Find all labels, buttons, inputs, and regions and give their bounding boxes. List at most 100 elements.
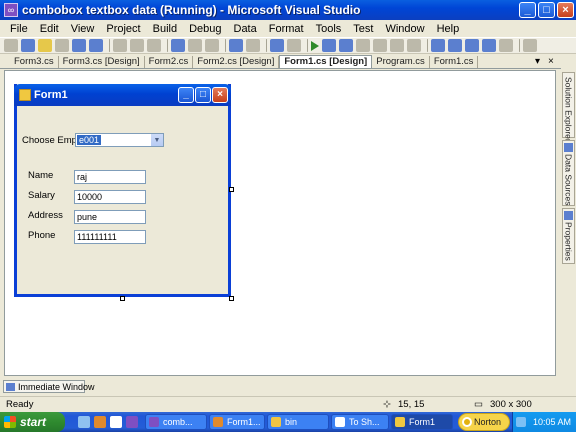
restart-icon[interactable] [356,39,370,52]
document-icon [335,417,345,427]
menu-tools[interactable]: Tools [310,23,348,35]
empid-combobox[interactable]: e001 ▼ [75,133,164,147]
address-textbox[interactable]: pune [74,210,146,224]
form1-controls: _ □ × [178,87,228,103]
save-all-icon[interactable] [89,39,103,52]
menu-view[interactable]: View [65,23,101,35]
task-visual-studio[interactable]: comb... [145,414,207,430]
tab-close-icon[interactable]: × [548,56,554,67]
tab-form2-design[interactable]: Form2.cs [Design] [193,56,280,68]
cut-icon[interactable] [113,39,127,52]
form-maximize-button[interactable]: □ [195,87,211,103]
tab-form1-design[interactable]: Form1.cs [Design] [279,55,373,68]
document-tabs: Form3.cs Form3.cs [Design] Form2.cs Form… [0,55,561,69]
toolbox-icon[interactable] [482,39,496,52]
menu-data[interactable]: Data [228,23,263,35]
phone-textbox[interactable]: 111111111 [74,230,146,244]
comment-icon[interactable] [188,39,202,52]
network-icon[interactable] [516,417,526,427]
norton-button[interactable]: Norton [458,413,510,431]
resize-handle-right[interactable] [229,187,234,192]
task-label: comb... [163,417,193,427]
task-bin-folder[interactable]: bin [267,414,329,430]
task-label: Form1 [409,417,436,427]
stop-debugging-icon[interactable] [339,39,353,52]
menu-format[interactable]: Format [263,23,310,35]
show-desktop-icon[interactable] [78,416,90,428]
menu-help[interactable]: Help [431,23,466,35]
tab-form3-cs[interactable]: Form3.cs [10,56,59,68]
resize-handle-corner[interactable] [229,296,234,301]
immediate-window-icon [6,383,15,391]
system-tray: 10:05 AM [512,412,576,432]
task-to-sh[interactable]: To Sh... [331,414,389,430]
class-view-icon[interactable] [499,39,513,52]
tab-dropdown-icon[interactable]: ▾ [535,56,540,67]
form1-window[interactable]: Form1 _ □ × Choose Empid e001 ▼ Name raj… [14,84,231,297]
tab-solution-explorer[interactable]: Solution Explorer [562,72,575,142]
close-button[interactable]: × [557,2,574,18]
redo-icon[interactable] [246,39,260,52]
tab-data-sources[interactable]: Data Sources [562,140,575,206]
visual-studio-quicklaunch-icon[interactable] [126,416,138,428]
open-file-icon[interactable] [38,39,52,52]
status-position: 15, 15 [398,399,425,410]
save-icon[interactable] [72,39,86,52]
form-minimize-button[interactable]: _ [178,87,194,103]
window-title: combobox textbox data (Running) - Micros… [22,3,361,17]
menu-project[interactable]: Project [100,23,146,35]
salary-textbox[interactable]: 10000 [74,190,146,204]
navigate-forward-icon[interactable] [287,39,301,52]
paste-icon[interactable] [147,39,161,52]
properties-window-icon[interactable] [448,39,462,52]
solution-explorer-icon[interactable] [431,39,445,52]
visual-studio-icon: ∞ [4,3,18,17]
menu-window[interactable]: Window [379,23,430,35]
tab-form3-design[interactable]: Form3.cs [Design] [59,56,145,68]
step-out-icon[interactable] [407,39,421,52]
start-debugging-icon[interactable] [311,40,319,51]
properties-icon [564,211,573,220]
break-all-icon[interactable] [322,39,336,52]
taskbar: start comb... Form1... bin To Sh... Form… [0,412,576,432]
menu-file[interactable]: File [4,23,34,35]
menu-test[interactable]: Test [347,23,379,35]
menu-build[interactable]: Build [147,23,183,35]
name-label: Name [28,170,54,181]
start-button[interactable]: start [0,412,65,432]
tab-form1-cs[interactable]: Form1.cs [430,56,479,68]
new-project-icon[interactable] [21,39,35,52]
firefox-icon[interactable] [94,416,106,428]
tab-properties[interactable]: Properties [562,208,575,264]
tab-program-cs[interactable]: Program.cs [372,56,430,68]
copy-icon[interactable] [130,39,144,52]
navigate-backward-icon[interactable] [270,39,284,52]
menu-debug[interactable]: Debug [183,23,227,35]
maximize-button[interactable]: □ [538,2,555,18]
toolbar-separator [167,39,168,52]
task-form1[interactable]: Form1 [391,414,453,430]
form-close-button[interactable]: × [212,87,228,103]
find-icon[interactable] [171,39,185,52]
toolbar-options-icon[interactable] [523,39,537,52]
task-form1-browser[interactable]: Form1... [209,414,265,430]
uncomment-icon[interactable] [205,39,219,52]
minimize-button[interactable]: _ [519,2,536,18]
side-tab-label: Solution Explorer [563,77,574,142]
name-textbox[interactable]: raj [74,170,146,184]
tab-immediate-window[interactable]: Immediate Window [3,380,95,393]
toolbar-grip-icon [4,39,18,52]
chevron-down-icon[interactable]: ▼ [150,134,163,146]
menu-bar: File Edit View Project Build Debug Data … [0,20,576,37]
menu-edit[interactable]: Edit [34,23,65,35]
resize-handle-bottom[interactable] [120,296,125,301]
step-into-icon[interactable] [373,39,387,52]
undo-icon[interactable] [229,39,243,52]
step-over-icon[interactable] [390,39,404,52]
object-browser-icon[interactable] [465,39,479,52]
visual-studio-task-icon [149,417,159,427]
form-task-icon [395,417,405,427]
media-player-icon[interactable] [110,416,122,428]
add-item-icon[interactable] [55,39,69,52]
tab-form2-cs[interactable]: Form2.cs [145,56,194,68]
